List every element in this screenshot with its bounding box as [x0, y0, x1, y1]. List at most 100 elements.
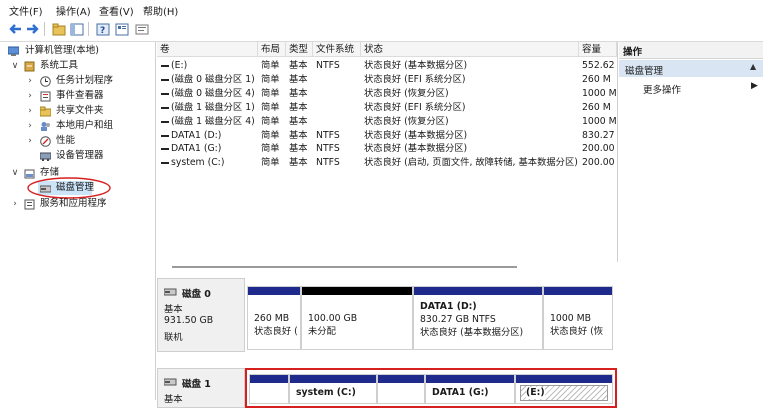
volume-status[interactable]: 状态良好 (EFI 系统分区): [364, 73, 578, 86]
volume-name[interactable]: DATA1 (D:): [171, 129, 257, 142]
volume-capacity[interactable]: 200.00: [582, 142, 616, 155]
column-header-volume[interactable]: 卷: [157, 42, 258, 57]
volume-status[interactable]: 状态良好 (基本数据分区): [364, 142, 578, 155]
chevron-down-icon[interactable]: ∨: [11, 59, 19, 73]
tree-item-device-manager[interactable]: 设备管理器: [56, 149, 104, 163]
volume-type[interactable]: 基本: [289, 87, 313, 100]
menu-view[interactable]: 查看(V): [99, 3, 134, 18]
volume-layout[interactable]: 简单: [261, 115, 287, 128]
actions-section-label: 磁盘管理: [625, 66, 664, 77]
volume-status[interactable]: 状态良好 (基本数据分区): [364, 129, 578, 142]
volume-layout[interactable]: 简单: [261, 129, 287, 142]
disk-0-partition-1[interactable]: 260 MB 状态良好 (: [247, 286, 301, 350]
menu-file[interactable]: 文件(F): [9, 3, 43, 18]
properties-icon[interactable]: [114, 21, 130, 37]
disk-0-partition-4[interactable]: 1000 MB 状态良好 (恢: [543, 286, 613, 350]
tree-item-system-tools[interactable]: 系统工具: [40, 59, 78, 73]
tree-item-task-scheduler[interactable]: 任务计划程序: [56, 74, 113, 88]
chevron-right-icon[interactable]: ›: [26, 74, 34, 88]
volume-type[interactable]: 基本: [289, 129, 313, 142]
chevron-down-icon[interactable]: ∨: [11, 166, 19, 180]
volume-type[interactable]: 基本: [289, 142, 313, 155]
volume-filesystem[interactable]: [316, 87, 360, 100]
chevron-right-icon[interactable]: ›: [26, 134, 34, 148]
volume-filesystem[interactable]: [316, 115, 360, 128]
svg-text:?: ?: [100, 26, 105, 36]
actions-section-disk-management[interactable]: 磁盘管理 ▲: [619, 60, 763, 77]
volume-type[interactable]: 基本: [289, 156, 313, 169]
volume-capacity[interactable]: 552.62: [582, 59, 616, 72]
volume-status[interactable]: 状态良好 (启动, 页面文件, 故障转储, 基本数据分区): [364, 156, 578, 169]
volume-name[interactable]: (E:): [171, 59, 257, 72]
collapse-up-icon[interactable]: ▲: [750, 62, 756, 71]
volume-capacity[interactable]: 830.27: [582, 129, 616, 142]
menu-help[interactable]: 帮助(H): [143, 3, 178, 18]
more-actions-item[interactable]: 更多操作 ▶: [619, 80, 763, 96]
volume-name[interactable]: DATA1 (G:): [171, 142, 257, 155]
volume-type[interactable]: 基本: [289, 59, 313, 72]
volume-type[interactable]: 基本: [289, 73, 313, 86]
volume-filesystem[interactable]: [316, 73, 360, 86]
tree-root-label[interactable]: 计算机管理(本地): [25, 44, 99, 58]
chevron-right-icon[interactable]: ›: [26, 119, 34, 133]
volume-capacity[interactable]: 200.00: [582, 156, 616, 169]
volume-filesystem[interactable]: NTFS: [316, 129, 360, 142]
horizontal-scrollbar[interactable]: [172, 266, 517, 268]
volume-name[interactable]: (磁盘 1 磁盘分区 1): [171, 101, 257, 114]
volume-name[interactable]: system (C:): [171, 156, 257, 169]
column-header-status[interactable]: 状态: [361, 42, 579, 57]
disk-1-type: 基本: [164, 394, 183, 405]
volume-status[interactable]: 状态良好 (恢复分区): [364, 115, 578, 128]
up-folder-icon[interactable]: [51, 21, 67, 37]
partition-name: (E:): [526, 387, 545, 399]
menu-action[interactable]: 操作(A): [56, 3, 91, 18]
disk-0-partition-3[interactable]: DATA1 (D:) 830.27 GB NTFS 状态良好 (基本数据分区): [413, 286, 543, 350]
volume-type[interactable]: 基本: [289, 115, 313, 128]
help-icon[interactable]: ?: [95, 21, 111, 37]
volume-layout[interactable]: 简单: [261, 142, 287, 155]
tree-item-event-viewer[interactable]: 事件查看器: [56, 89, 104, 103]
volume-capacity[interactable]: 1000 M: [582, 87, 616, 100]
tree-item-services-apps[interactable]: 服务和应用程序: [40, 197, 107, 211]
volume-filesystem[interactable]: NTFS: [316, 156, 360, 169]
disk-1-info[interactable]: 磁盘 1 基本: [157, 368, 245, 408]
volume-layout[interactable]: 简单: [261, 59, 287, 72]
volume-filesystem[interactable]: NTFS: [316, 59, 360, 72]
volume-name[interactable]: (磁盘 0 磁盘分区 1): [171, 73, 257, 86]
volume-layout[interactable]: 简单: [261, 101, 287, 114]
volume-capacity[interactable]: 260 M: [582, 73, 616, 86]
actions-pane: 操作 磁盘管理 ▲ 更多操作 ▶: [619, 42, 763, 400]
chevron-right-icon[interactable]: ›: [26, 104, 34, 118]
volume-filesystem[interactable]: [316, 101, 360, 114]
disk-0-partition-2[interactable]: 100.00 GB 未分配: [301, 286, 413, 350]
volume-status[interactable]: 状态良好 (基本数据分区): [364, 59, 578, 72]
column-header-filesystem[interactable]: 文件系统: [313, 42, 361, 57]
tree-item-performance[interactable]: 性能: [56, 134, 75, 148]
column-header-layout[interactable]: 布局: [258, 42, 286, 57]
export-list-icon[interactable]: [134, 21, 150, 37]
volume-status[interactable]: 状态良好 (EFI 系统分区): [364, 101, 578, 114]
volume-layout[interactable]: 简单: [261, 156, 287, 169]
tree-item-shared-folders[interactable]: 共享文件夹: [56, 104, 104, 118]
volume-icon: [161, 78, 169, 81]
disk-1-label: 磁盘 1: [182, 379, 211, 390]
column-header-capacity[interactable]: 容量: [579, 42, 617, 57]
chevron-right-icon[interactable]: ›: [11, 197, 19, 211]
volume-capacity[interactable]: 260 M: [582, 101, 616, 114]
volume-type[interactable]: 基本: [289, 101, 313, 114]
volume-name[interactable]: (磁盘 0 磁盘分区 4): [171, 87, 257, 100]
chevron-right-icon[interactable]: ›: [26, 89, 34, 103]
volume-status[interactable]: 状态良好 (恢复分区): [364, 87, 578, 100]
volume-layout[interactable]: 简单: [261, 87, 287, 100]
volume-layout[interactable]: 简单: [261, 73, 287, 86]
tree-item-local-users[interactable]: 本地用户和组: [56, 119, 113, 133]
column-header-type[interactable]: 类型: [286, 42, 313, 57]
show-hide-tree-icon[interactable]: [69, 21, 85, 37]
volume-capacity[interactable]: 1000 M: [582, 115, 616, 128]
forward-arrow-icon[interactable]: [25, 21, 41, 37]
volume-name[interactable]: (磁盘 1 磁盘分区 4): [171, 115, 257, 128]
partition-color-bar: [426, 375, 514, 383]
disk-0-info[interactable]: 磁盘 0 基本 931.50 GB 联机: [157, 278, 245, 352]
volume-filesystem[interactable]: NTFS: [316, 142, 360, 155]
back-arrow-icon[interactable]: [7, 21, 23, 37]
